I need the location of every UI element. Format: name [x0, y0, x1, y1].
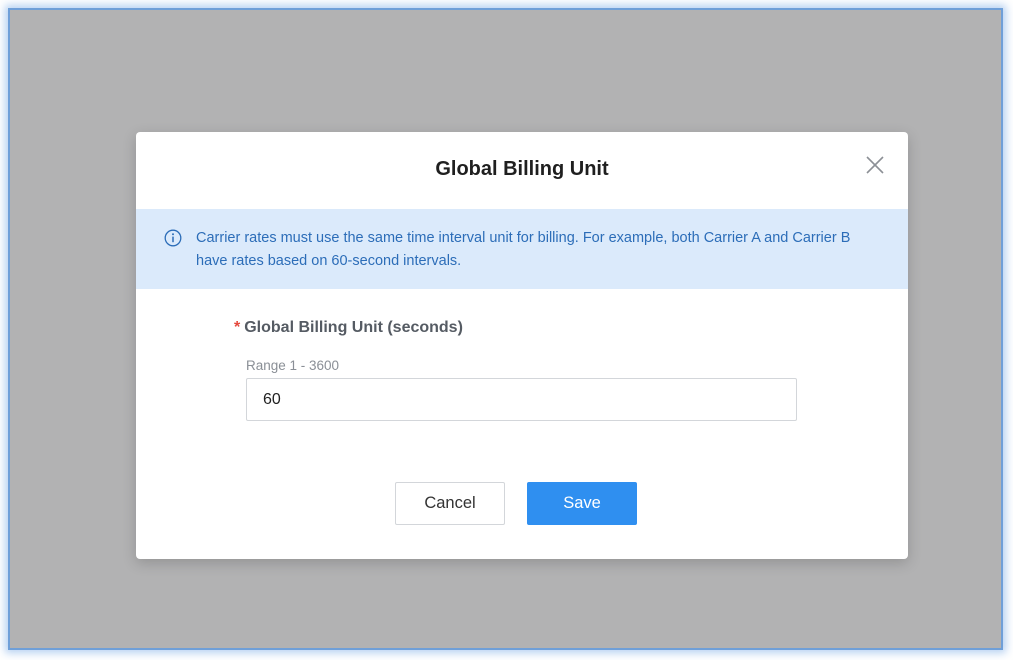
range-hint: Range 1 - 3600: [246, 358, 340, 373]
save-button[interactable]: Save: [527, 482, 637, 525]
billing-unit-label: * Global Billing Unit (seconds): [234, 319, 463, 337]
dialog-title: Global Billing Unit: [435, 158, 609, 180]
billing-unit-label-text: Global Billing Unit (seconds): [244, 319, 463, 336]
billing-unit-input[interactable]: [246, 378, 797, 421]
cancel-button[interactable]: Cancel: [395, 482, 505, 525]
close-icon[interactable]: [864, 154, 886, 176]
global-billing-unit-dialog: Global Billing Unit Carrier rates must u…: [136, 132, 908, 559]
info-banner: Carrier rates must use the same time int…: [136, 209, 908, 289]
required-mark: *: [234, 319, 241, 336]
info-text: Carrier rates must use the same time int…: [196, 230, 851, 269]
info-circle-icon: [164, 229, 182, 247]
